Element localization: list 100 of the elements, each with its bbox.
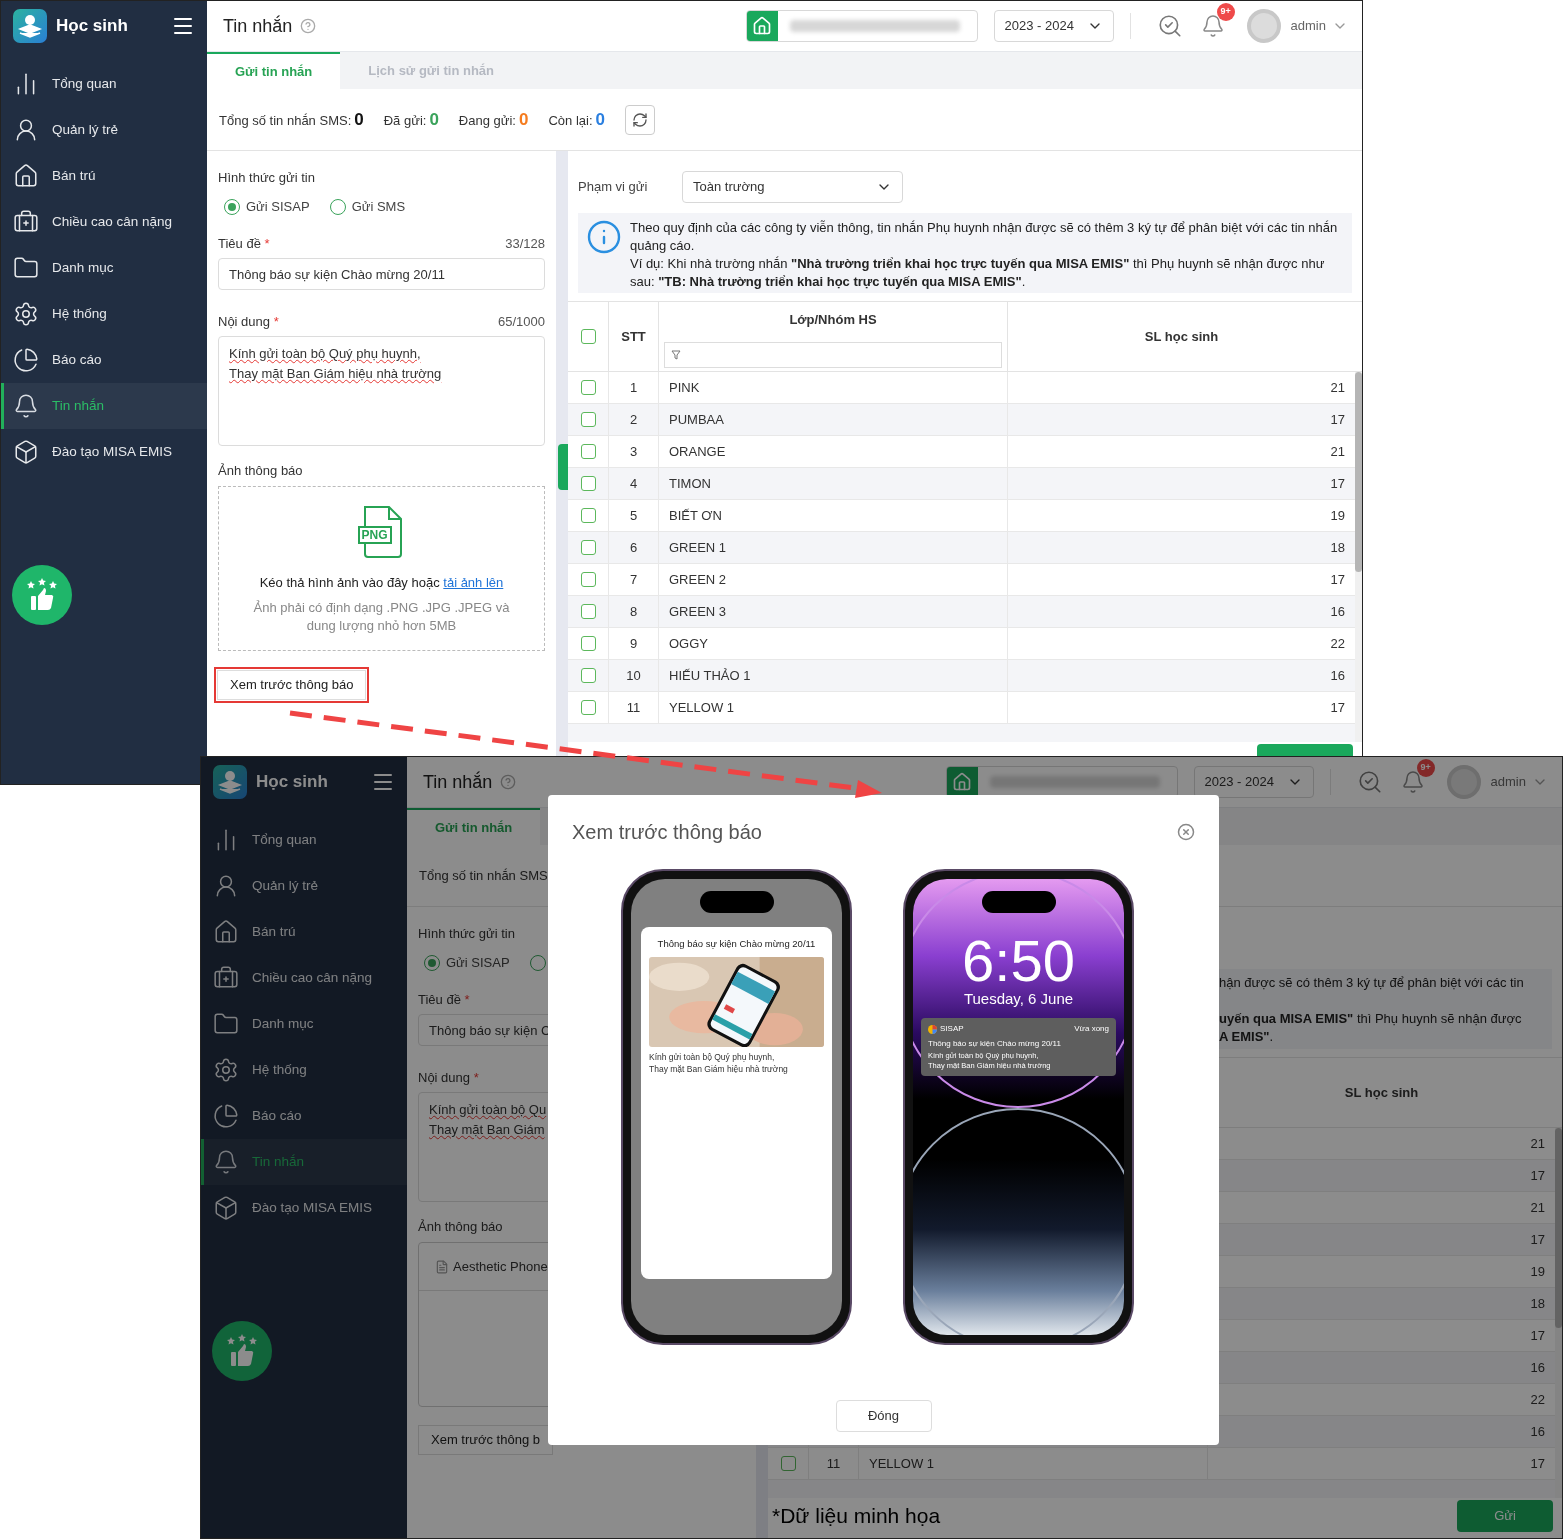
stat-value: 0 [595,108,605,131]
sidebar-item[interactable]: Đào tạo MISA EMIS [1,429,207,475]
table-cell: TIMON [658,468,1007,499]
notification-body: Kính gửi toàn bộ Quý phụ huynh, Thay mặt Ban Giám hiệu nhà trường [649,1051,789,1076]
cube-icon [213,1195,239,1221]
stat-label: Còn lại: [548,111,593,130]
bell-icon[interactable] [1200,14,1225,38]
checkbox[interactable] [580,604,596,619]
column-header: STT [608,302,658,371]
checkbox[interactable] [580,668,596,683]
table-cell: PUMBAA [658,404,1007,435]
bell-icon[interactable] [1400,770,1425,794]
sidebar-item[interactable]: Danh mục [201,1001,407,1047]
checkbox[interactable] [580,508,596,523]
checkbox[interactable] [580,380,596,395]
bell-icon [13,393,39,419]
filter-field[interactable] [664,341,1002,368]
table-cell: 6 [608,532,658,563]
refresh-button[interactable] [625,104,655,135]
sidebar-item[interactable]: Bán trú [201,909,407,955]
sidebar-item[interactable]: Báo cáo [201,1093,407,1139]
close-icon[interactable] [1177,823,1195,841]
sidebar-item[interactable]: Chiều cao cân nặng [201,955,407,1001]
user-avatar[interactable] [1446,765,1481,799]
checkbox[interactable] [580,412,596,427]
upload-hint: Ảnh phải có định dạng .PNG .JPG .JPEG và dung lượng nhỏ hơn 5MB [252,598,511,635]
sidebar-item[interactable]: Hệ thống [1,291,207,337]
sidebar-item[interactable]: Tổng quan [201,817,407,863]
tab[interactable]: Gửi tin nhắn [207,52,341,89]
scope-select[interactable]: Toàn trường [682,171,903,203]
upload-link[interactable]: tải ảnh lên [443,575,504,590]
field-label: Ảnh thông báo [418,1218,503,1236]
sidebar-item[interactable]: Tổng quan [1,61,207,107]
checkbox[interactable] [580,700,596,715]
checkbox[interactable] [580,636,596,651]
table-cell-text: 11 [826,1454,841,1473]
checkbox[interactable] [580,572,596,587]
stat-value: 0 [354,108,364,131]
scrollbar-thumb[interactable] [1355,372,1362,572]
title-field[interactable]: Thông báo sự kiện Chào mừng 20/11 [218,258,545,290]
sidebar-item[interactable]: Tin nhắn [1,383,207,429]
close-button[interactable]: Đóng [835,1400,932,1432]
sidebar-item[interactable]: Đào tạo MISA EMIS [201,1185,407,1231]
checkbox[interactable] [580,540,596,555]
character-count: 33/128 [505,235,545,253]
table-cell: 3 [608,436,658,467]
app-title: Học sinh [56,15,129,38]
radio-button[interactable]: Gửi SMS [329,197,406,217]
sidebar-item[interactable]: Báo cáo [1,337,207,383]
checkbox[interactable] [580,329,596,344]
sidebar-item[interactable]: Hệ thống [201,1047,407,1093]
checkbox[interactable] [580,444,596,459]
sidebar-item[interactable]: Quản lý trẻ [1,107,207,153]
content-field[interactable]: Kính gửi toàn bộ Quý phụ huynh, Thay mặt Ban Giám hiệu nhà trường [218,336,545,446]
table-cell-text: YELLOW 1 [869,1454,935,1473]
radio-button[interactable]: Gửi SISAP [224,197,310,217]
collapse-handle[interactable] [558,444,568,490]
field-label: Tiêu đề * [218,235,270,253]
year-select[interactable]: 2023 - 2024 [993,10,1114,42]
checkbox[interactable] [580,476,596,491]
notice-text: Ví dụ: Khi nhà trường nhắn "Nhà trường triển khai học trực tuyến qua MISA EMIS" thì Phụ huynh sẽ nhận được như sau: "TB: Nhà trường triển khai học trực tuyến qua MISA EMIS". [630,255,1326,291]
user-name[interactable]: admin [1490,772,1526,792]
file-name: Aesthetic Phone [453,1257,548,1276]
stat-value: 0 [519,108,529,131]
notice-text: hận được sẽ có thêm 3 ký tự để phân biệt với các tin [1219,974,1525,992]
thumbs-up-stars-icon [25,578,59,612]
sidebar-item[interactable]: Chiều cao cân nặng [1,199,207,245]
page-title: Tin nhắn [223,14,293,38]
preview-button[interactable]: Xem trước thông b [418,1425,553,1455]
file-icon [435,1259,449,1274]
table-cell: OGGY [658,628,1007,659]
help-icon[interactable] [300,18,317,34]
field-label: Hình thức gửi tin [418,925,516,943]
image-dropzone[interactable]: PNG Kéo thả hình ảnh vào đây hoặc tải ảnh lên Ảnh phải có định dạng .PNG .JPG .JPEG và dung lượng nhỏ hơn 5MB [218,486,545,651]
radio-button[interactable]: Gửi SISAP [424,953,510,973]
table-cell: PINK [658,372,1007,403]
stat-label: Tổng số tin nhắn SMS: [219,111,352,130]
sidebar-item[interactable]: Danh mục [1,245,207,291]
feedback-button[interactable] [12,565,72,625]
table-cell: 1 [608,372,658,403]
table-cell: GREEN 2 [658,564,1007,595]
table-cell: 11 [608,692,658,723]
table-cell: YELLOW 1 [658,692,1007,723]
sidebar-item[interactable]: Quản lý trẻ [201,863,407,909]
sidebar-item[interactable]: Bán trú [1,153,207,199]
footnote: *Dữ liệu minh họa [772,1503,941,1530]
table-cell: 9 [608,628,658,659]
preview-button[interactable]: Xem trước thông báo [217,670,367,700]
column-header: SL học sinh [1007,302,1355,371]
scrollbar-thumb[interactable] [1555,1128,1562,1328]
table-cell: 5 [608,500,658,531]
checkbox[interactable] [780,1456,796,1471]
table-cell: 2 [608,404,658,435]
gear-icon [213,1057,239,1083]
help-icon[interactable] [500,774,517,790]
user-name[interactable]: admin [1290,16,1326,36]
user-avatar[interactable] [1246,9,1281,43]
filter-icon [671,349,681,360]
table-cell: BIẾT ƠN [658,500,1007,531]
table-cell: 4 [608,468,658,499]
